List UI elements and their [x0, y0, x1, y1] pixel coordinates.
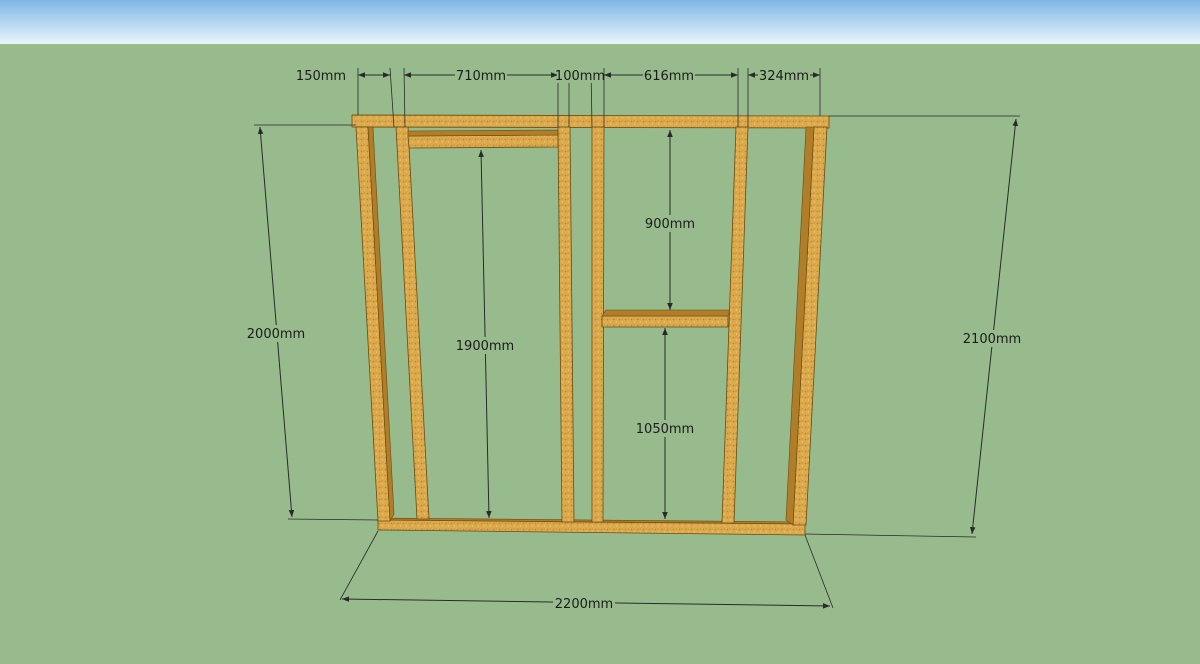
sky — [0, 0, 1200, 44]
label-710mm: 710mm — [456, 69, 506, 84]
label-2000mm: 2000mm — [247, 327, 305, 342]
door-header[interactable] — [407, 134, 559, 149]
label-100mm: 100mm — [555, 69, 605, 84]
modeling-viewport[interactable]: 150mm 710mm 100mm 616mm 324mm 900mm 1050… — [0, 0, 1200, 664]
label-150mm: 150mm — [296, 69, 346, 84]
top-plate[interactable] — [351, 114, 830, 129]
label-324mm: 324mm — [759, 69, 809, 84]
window-nogging-top-face — [601, 309, 731, 317]
label-616mm: 616mm — [644, 69, 694, 84]
label-900mm: 900mm — [645, 217, 695, 232]
label-1900mm: 1900mm — [456, 339, 514, 354]
label-1050mm: 1050mm — [636, 422, 694, 437]
label-2100mm: 2100mm — [963, 332, 1021, 347]
door-header-top-face — [407, 129, 559, 137]
window-nogging[interactable] — [601, 315, 729, 328]
label-2200mm: 2200mm — [555, 597, 613, 612]
